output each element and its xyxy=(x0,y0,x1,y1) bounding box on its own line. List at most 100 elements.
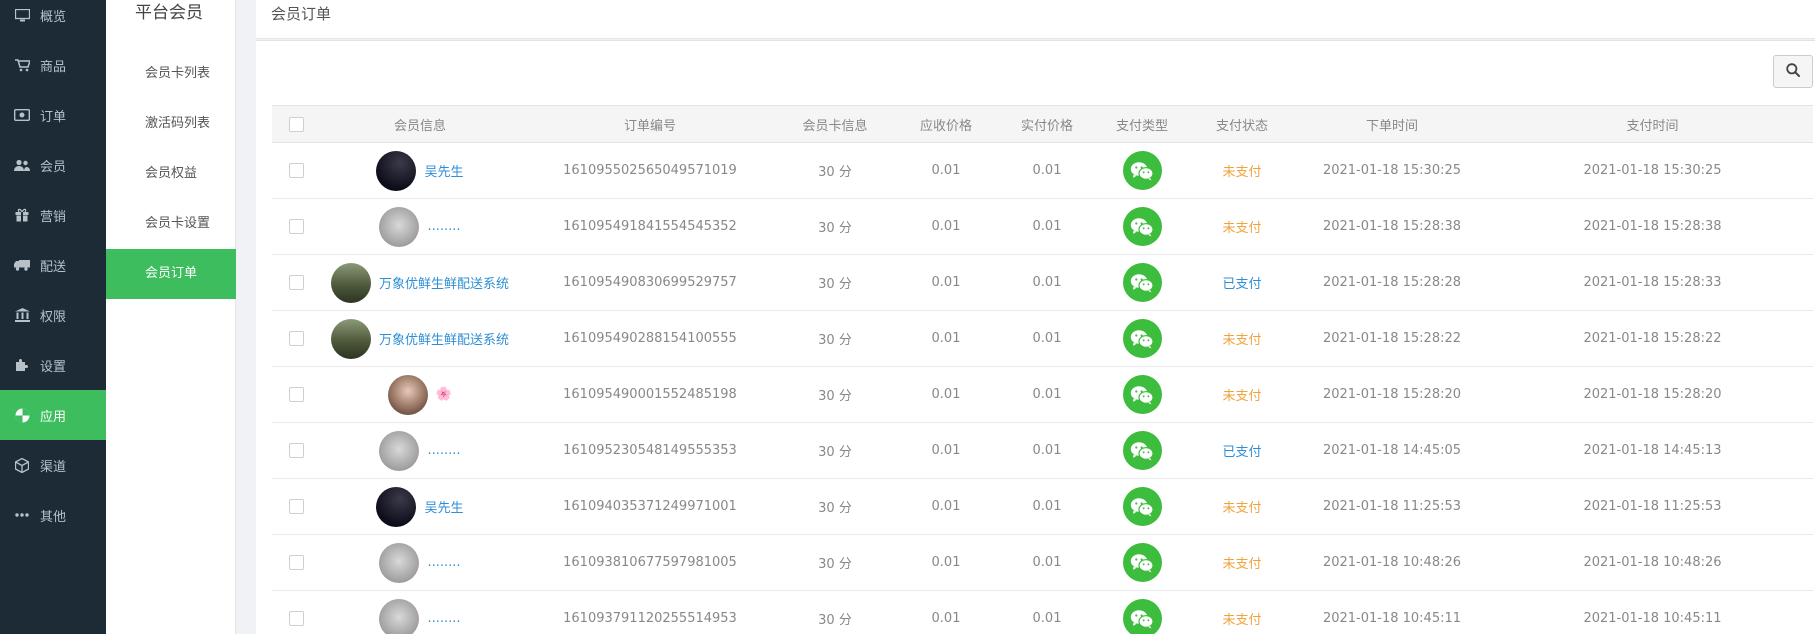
member-cell: 万象优鲜生鲜配送系统 xyxy=(320,310,520,367)
member-info: ........ xyxy=(320,598,520,634)
select-all-checkbox[interactable] xyxy=(288,116,304,132)
order-no: 161095502565049571019 xyxy=(520,142,780,199)
table-row[interactable]: 万象优鲜生鲜配送系统 161095490288154100555 30 分 0.… xyxy=(272,310,1813,367)
paid-price: 0.01 xyxy=(1002,310,1092,367)
avatar xyxy=(379,206,420,247)
sidebar-item-label: 设置 xyxy=(40,359,67,375)
table-row[interactable]: ........ 161093810677597981005 30 分 0.01… xyxy=(272,534,1813,591)
paid-price: 0.01 xyxy=(1002,198,1092,255)
member-name[interactable]: ........ xyxy=(427,611,460,626)
sidebar-item-channels[interactable]: 渠道 xyxy=(0,440,106,490)
card-info: 30 分 xyxy=(780,254,890,311)
subnav-item-member-orders[interactable]: 会员订单 xyxy=(106,249,236,299)
member-name[interactable]: 吴先生 xyxy=(424,161,463,180)
order-time: 2021-01-18 15:28:28 xyxy=(1292,254,1492,311)
subnav-item-member-benefits[interactable]: 会员权益 xyxy=(106,149,236,199)
member-name[interactable]: 万象优鲜生鲜配送系统 xyxy=(379,329,509,348)
row-checkbox[interactable] xyxy=(288,163,304,178)
card-info: 30 分 xyxy=(780,366,890,423)
row-select-cell xyxy=(272,366,320,423)
table-row[interactable]: 吴先生 161094035371249971001 30 分 0.01 0.01… xyxy=(272,478,1813,535)
sidebar-item-label: 应用 xyxy=(40,409,67,425)
row-checkbox[interactable] xyxy=(288,275,304,290)
table-row[interactable]: ........ 161093791120255514953 30 分 0.01… xyxy=(272,590,1813,634)
paid-price: 0.01 xyxy=(1002,422,1092,479)
paid-price: 0.01 xyxy=(1002,590,1092,634)
order-time: 2021-01-18 11:25:53 xyxy=(1292,478,1492,535)
card-info: 30 分 xyxy=(780,142,890,199)
sidebar-item-settings[interactable]: 设置 xyxy=(0,340,106,390)
sidebar-item-label: 配送 xyxy=(40,259,67,275)
order-no: 161095490830699529757 xyxy=(520,254,780,311)
member-info: ........ xyxy=(320,430,520,471)
monitor-icon xyxy=(14,7,30,23)
pay-time: 2021-01-18 14:45:13 xyxy=(1492,422,1813,479)
table-body: 吴先生 161095502565049571019 30 分 0.01 0.01… xyxy=(272,142,1813,634)
row-checkbox[interactable] xyxy=(288,387,304,402)
main-content: 会员订单 会员信息 订单编号 会员卡信息 应收价格 实付价格 支付类型 支付状态… xyxy=(256,0,1815,634)
sidebar-item-delivery[interactable]: 配送 xyxy=(0,240,106,290)
sidebar-item-permissions[interactable]: 权限 xyxy=(0,290,106,340)
pay-status: 未支付 xyxy=(1192,478,1292,535)
table-row[interactable]: ........ 161095491841554545352 30 分 0.01… xyxy=(272,198,1813,255)
subnav-item-card-settings[interactable]: 会员卡设置 xyxy=(106,199,236,249)
table-row[interactable]: 吴先生 161095502565049571019 30 分 0.01 0.01… xyxy=(272,142,1813,199)
member-name[interactable]: 万象优鲜生鲜配送系统 xyxy=(379,273,509,292)
pay-type-cell xyxy=(1092,310,1192,367)
member-cell: ........ xyxy=(320,422,520,479)
sidebar-item-marketing[interactable]: 营销 xyxy=(0,190,106,240)
sidebar-item-label: 会员 xyxy=(40,159,67,175)
pay-type-cell xyxy=(1092,198,1192,255)
member-name[interactable]: ........ xyxy=(427,443,460,458)
sidebar-item-orders[interactable]: 订单 xyxy=(0,90,106,140)
subnav-item-activation-codes[interactable]: 激活码列表 xyxy=(106,99,236,149)
member-info: ........ xyxy=(320,206,520,247)
subnav-item-card-list[interactable]: 会员卡列表 xyxy=(106,49,236,99)
pay-status: 已支付 xyxy=(1192,254,1292,311)
pay-status: 未支付 xyxy=(1192,198,1292,255)
row-checkbox[interactable] xyxy=(288,443,304,458)
member-info: 万象优鲜生鲜配送系统 xyxy=(320,318,520,359)
main-sidebar: 概览 商品 订单 会员 营销 配送 权限 设置 应用 渠道 其他 xyxy=(0,0,106,634)
member-name[interactable]: ........ xyxy=(427,219,460,234)
sidebar-item-overview[interactable]: 概览 xyxy=(0,0,106,40)
pay-status: 未支付 xyxy=(1192,142,1292,199)
cart-icon xyxy=(14,57,30,73)
header-member-info: 会员信息 xyxy=(320,105,520,143)
member-info: 吴先生 xyxy=(320,150,520,191)
row-checkbox[interactable] xyxy=(288,555,304,570)
member-name[interactable]: 🌸 xyxy=(436,387,452,402)
header-row: 会员信息 订单编号 会员卡信息 应收价格 实付价格 支付类型 支付状态 下单时间… xyxy=(272,105,1813,143)
member-info: 万象优鲜生鲜配送系统 xyxy=(320,262,520,303)
paid-price: 0.01 xyxy=(1002,142,1092,199)
due-price: 0.01 xyxy=(890,142,1002,199)
row-checkbox[interactable] xyxy=(288,611,304,626)
avatar xyxy=(379,542,420,583)
avatar xyxy=(379,430,420,471)
wechat-pay-icon xyxy=(1122,151,1162,190)
order-no: 161095230548149555353 xyxy=(520,422,780,479)
sidebar-item-members[interactable]: 会员 xyxy=(0,140,106,190)
table-row[interactable]: ........ 161095230548149555353 30 分 0.01… xyxy=(272,422,1813,479)
member-name[interactable]: 吴先生 xyxy=(424,497,463,516)
row-select-cell xyxy=(272,198,320,255)
table-row[interactable]: 🌸 161095490001552485198 30 分 0.01 0.01 未… xyxy=(272,366,1813,423)
sidebar-item-apps[interactable]: 应用 xyxy=(0,390,106,440)
sidebar-item-other[interactable]: 其他 xyxy=(0,490,106,540)
pay-type-cell xyxy=(1092,366,1192,423)
row-select-cell xyxy=(272,478,320,535)
search-button[interactable] xyxy=(1773,55,1813,88)
order-no: 161094035371249971001 xyxy=(520,478,780,535)
row-checkbox[interactable] xyxy=(288,499,304,514)
member-name[interactable]: ........ xyxy=(427,555,460,570)
sidebar-item-label: 商品 xyxy=(40,59,67,75)
table-row[interactable]: 万象优鲜生鲜配送系统 161095490830699529757 30 分 0.… xyxy=(272,254,1813,311)
order-time: 2021-01-18 10:45:11 xyxy=(1292,590,1492,634)
pay-time: 2021-01-18 15:28:38 xyxy=(1492,198,1813,255)
due-price: 0.01 xyxy=(890,478,1002,535)
row-checkbox[interactable] xyxy=(288,219,304,234)
sidebar-item-goods[interactable]: 商品 xyxy=(0,40,106,90)
gift-icon xyxy=(14,207,30,223)
row-checkbox[interactable] xyxy=(288,331,304,346)
order-no: 161095490288154100555 xyxy=(520,310,780,367)
